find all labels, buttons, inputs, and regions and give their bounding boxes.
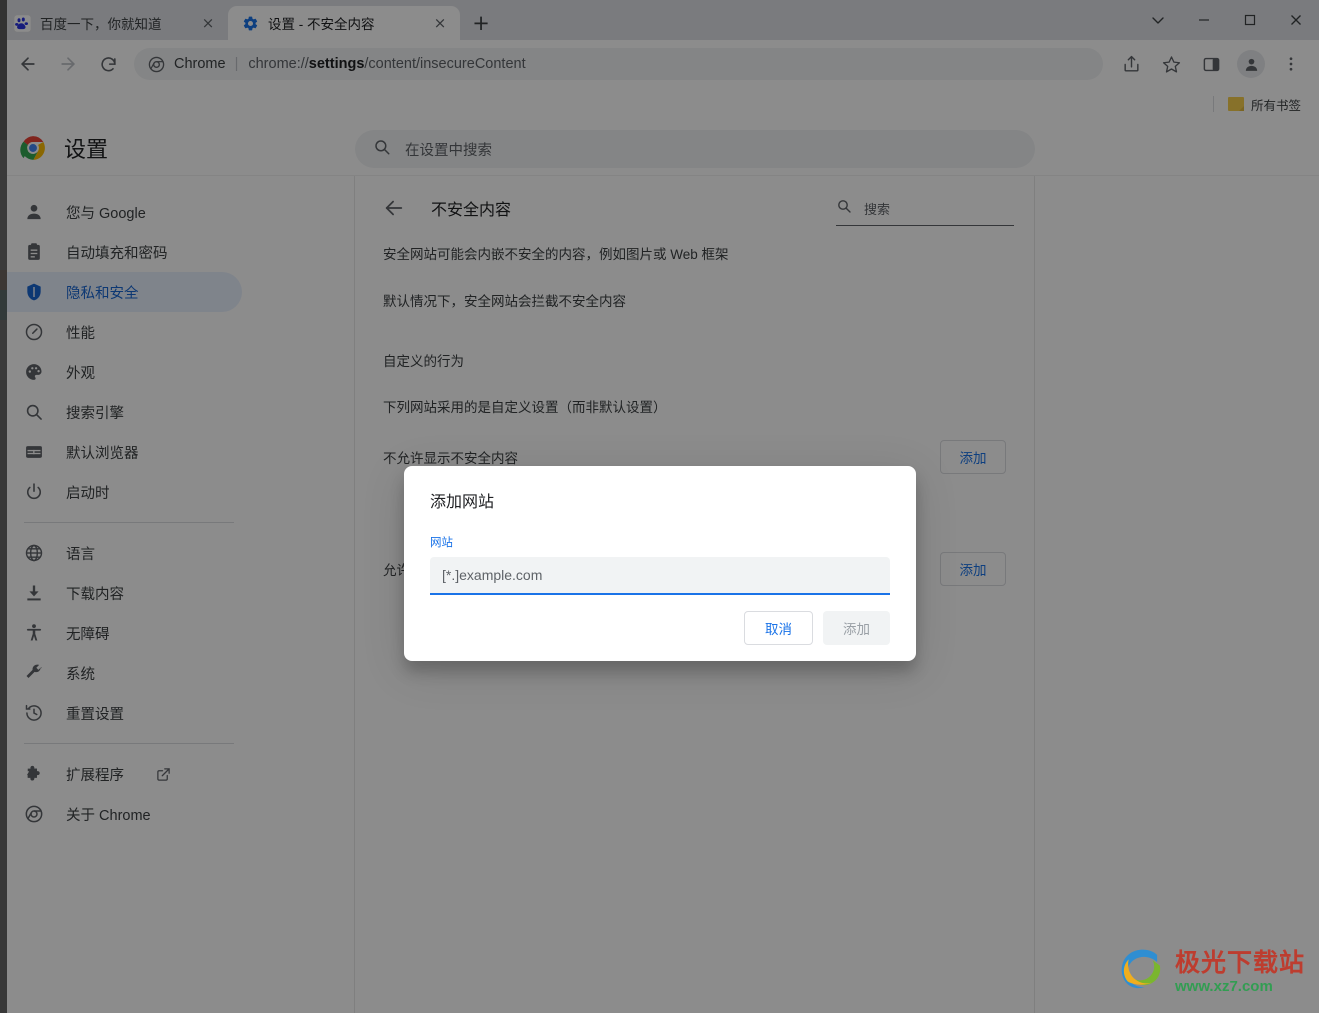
browser-window: 百度一下，你就知道 × 设置 - 不安全内容 × + Chrome | chro… [0, 0, 1319, 1013]
add-button[interactable]: 添加 [823, 611, 890, 645]
watermark-main: 极光下载站 [1174, 949, 1305, 977]
dialog-title: 添加网站 [430, 494, 495, 511]
dialog-actions: 取消 添加 [744, 611, 890, 645]
site-input[interactable] [430, 557, 890, 595]
watermark-text: 极光下载站 www.xz7.com [1174, 949, 1305, 995]
add-site-dialog: 添加网站 网站 取消 添加 [404, 466, 916, 661]
aurora-swirl-logo [1115, 946, 1169, 999]
cancel-button[interactable]: 取消 [744, 611, 813, 645]
watermark-sub: www.xz7.com [1174, 978, 1273, 995]
site-field-label: 网站 [430, 537, 453, 549]
site-watermark: 极光下载站 www.xz7.com [1115, 946, 1305, 999]
